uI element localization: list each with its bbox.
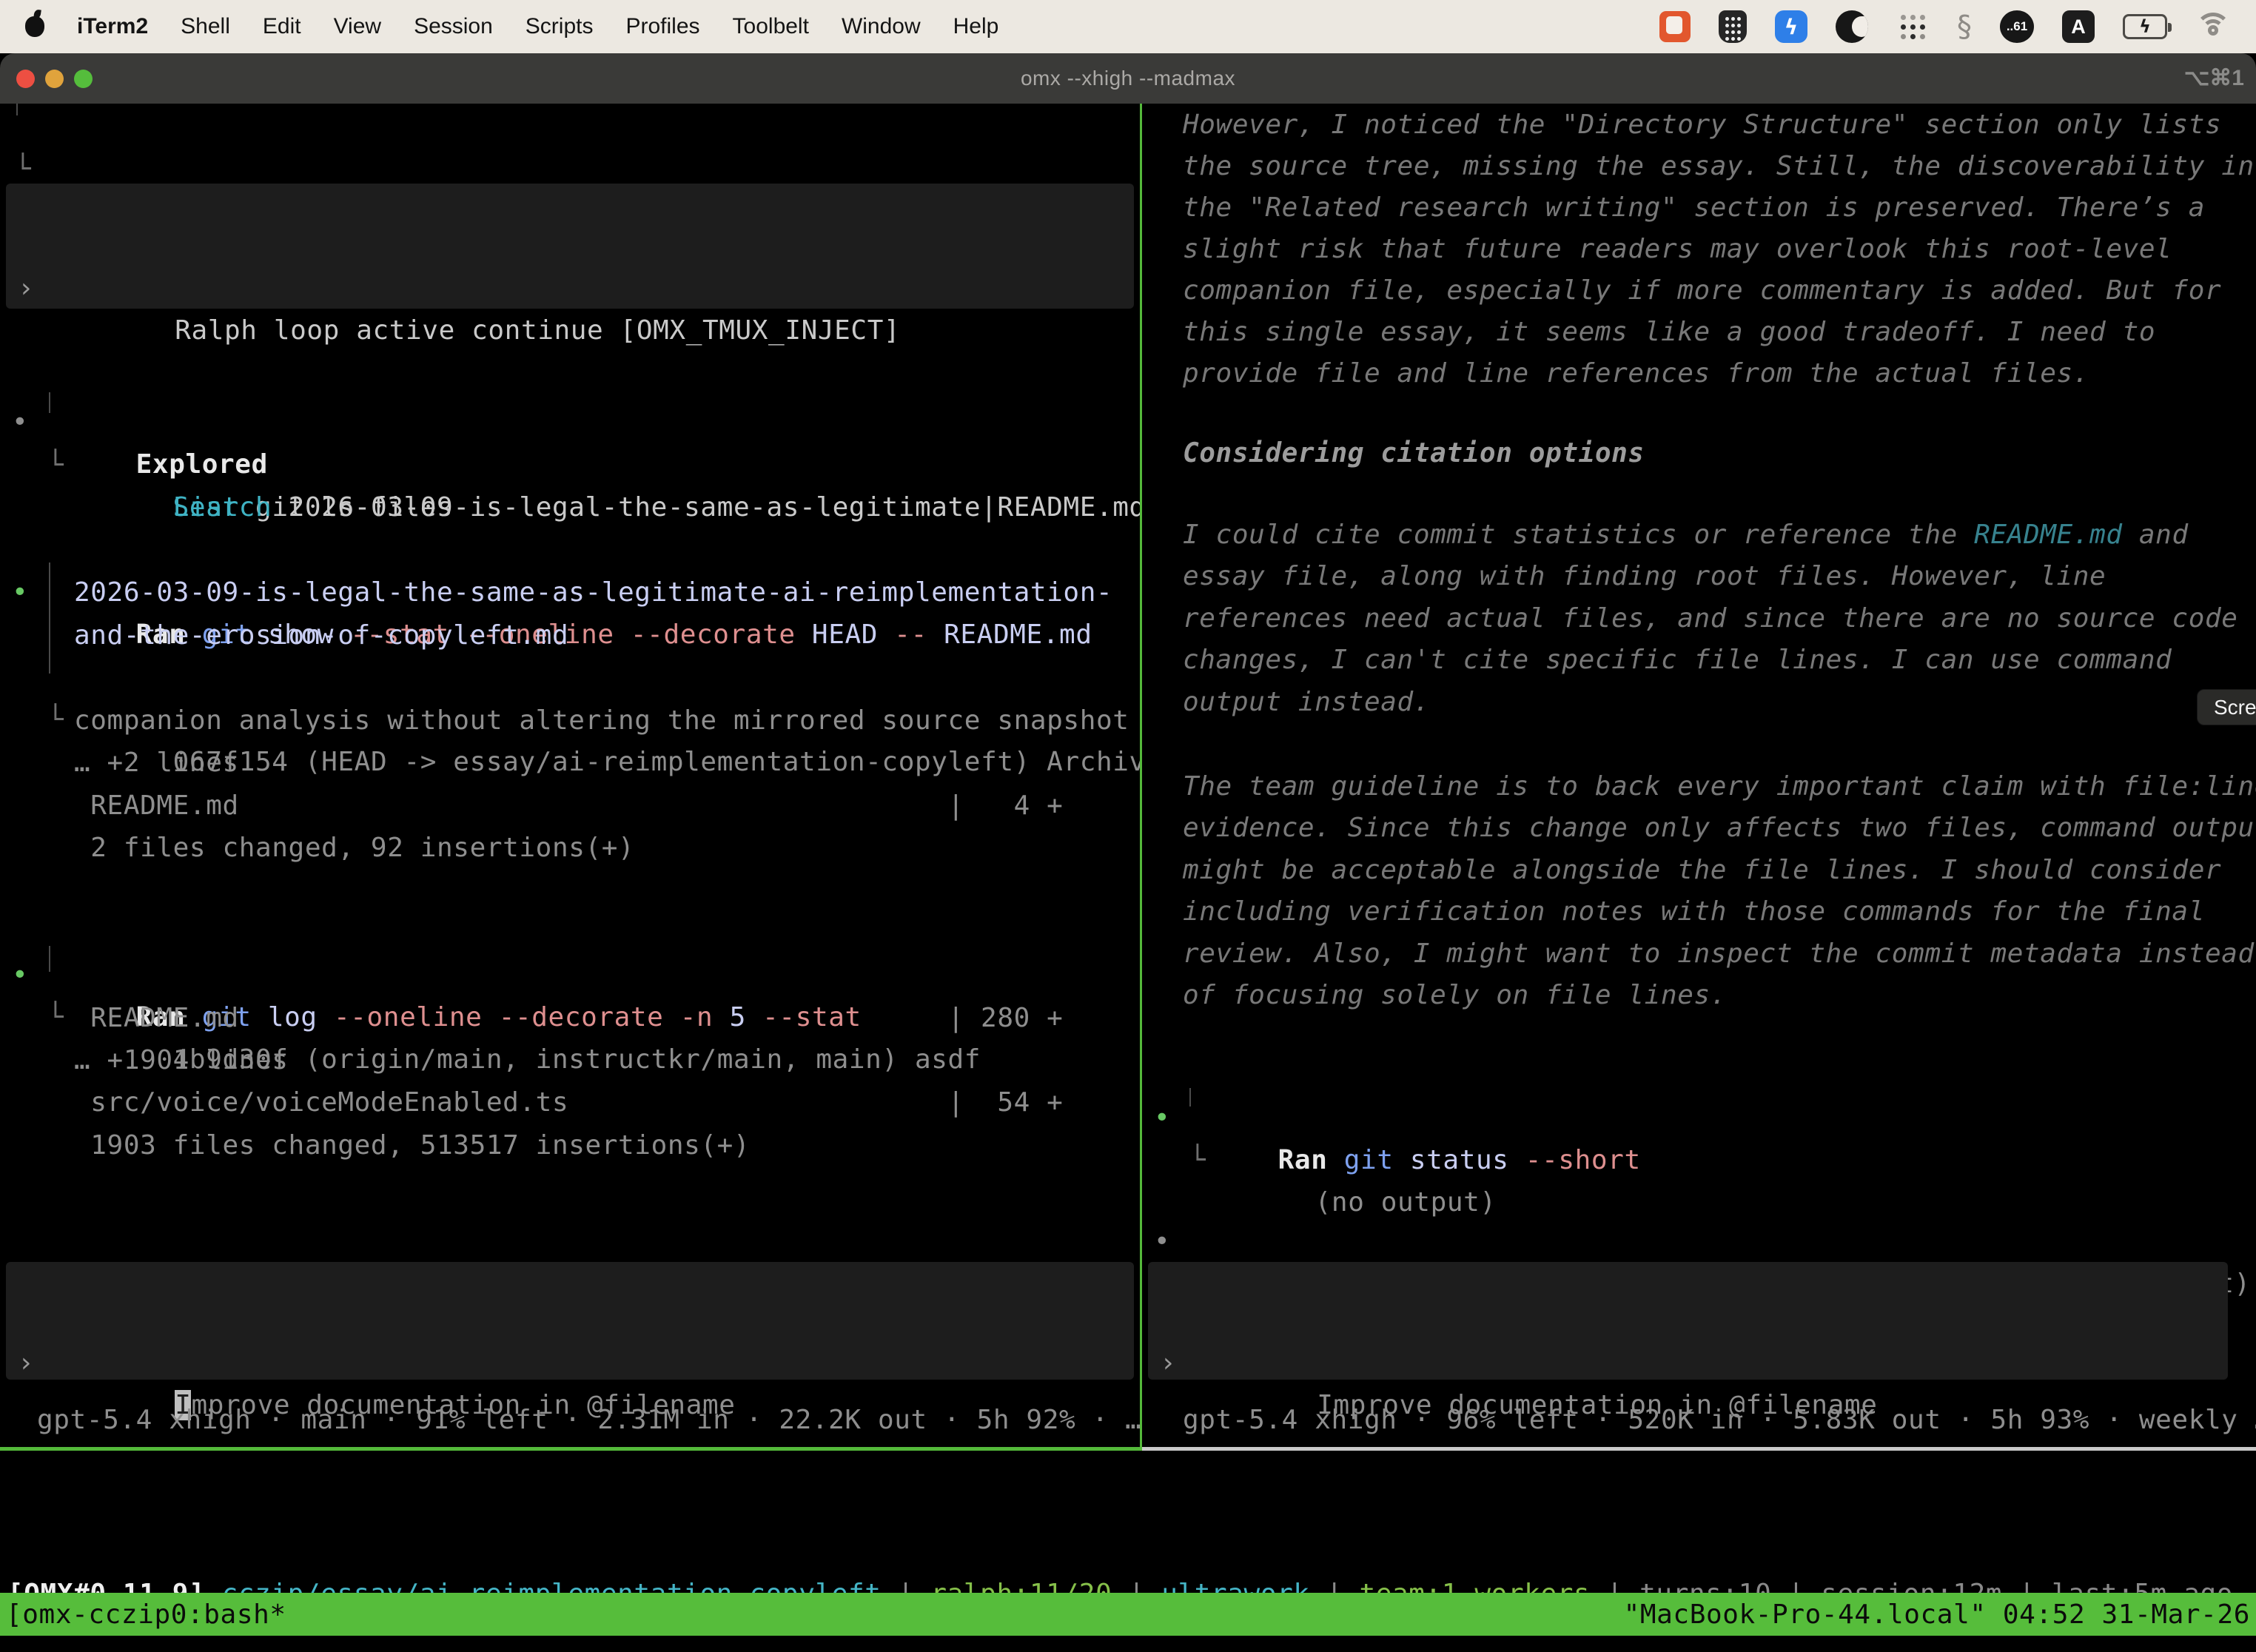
tmux-pane-left[interactable]: └ No agents completed yet › Ralph loop a… [0, 104, 1140, 1449]
menu-item-edit[interactable]: Edit [263, 14, 301, 39]
menu-item-iterm2[interactable]: iTerm2 [77, 14, 148, 39]
menu-item-profiles[interactable]: Profiles [625, 14, 699, 39]
prompt-chevron: › [1160, 1342, 1176, 1384]
tmux-session-window: [omx-cczip0:bash* [6, 1599, 286, 1630]
active-pane-border [0, 1447, 1142, 1451]
menu-item-toolbelt[interactable]: Toolbelt [733, 14, 809, 39]
git-show-output-line: … +2 lines [0, 748, 239, 778]
wifi-icon[interactable] [2195, 13, 2231, 41]
menu-item-scripts[interactable]: Scripts [526, 14, 594, 39]
reasoning-paragraph-line: I could cite commit statistics or refere… [1142, 520, 2189, 550]
menu-item-help[interactable]: Help [953, 14, 999, 39]
tmux-pane-right[interactable]: However, I noticed the "Directory Struct… [1142, 104, 2256, 1449]
reasoning-paragraph-line: this single essay, it seems like a good … [1142, 317, 2155, 347]
explored-search-text: 2026-03-09-is-legal-the-same-as-legitima… [272, 492, 1140, 523]
terminal-content: └ No agents completed yet › Ralph loop a… [0, 104, 2256, 1652]
git-log-summary-line: 1903 files changed, 513517 insertions(+) [0, 1130, 750, 1161]
screen-tooltip: Scre [2197, 689, 2256, 725]
apple-menu-icon[interactable] [25, 16, 44, 37]
reasoning-paragraph-line: references need actual files, and since … [1142, 603, 2238, 634]
window-title: omx --xhigh --madmax [0, 53, 2256, 104]
session-status-right: gpt-5.4 xhigh · 96% left · 520K in · 5.8… [1142, 1405, 2256, 1435]
reasoning-paragraph-line: the source tree, missing the essay. Stil… [1142, 151, 2255, 181]
git-show-output-line: and-the-erosion-of-copyleft.md [0, 620, 568, 651]
reasoning-paragraph-line: companion file, especially if more comme… [1142, 275, 2221, 306]
git-show-output-line: companion analysis without altering the … [0, 705, 1129, 736]
git-log-stat-line: src/voice/voiceModeEnabled.ts | 54 + [0, 1087, 1063, 1118]
git-log-stat-line: README.md | 280 + [0, 1003, 1063, 1033]
pie-crescent-icon[interactable] [1836, 10, 1868, 43]
a-app-icon[interactable]: A [2062, 10, 2095, 43]
battery-icon[interactable]: ϟ [2123, 14, 2167, 39]
window-shortcut-badge: ⌥⌘1 [2184, 53, 2244, 104]
reasoning-paragraph-line: might be acceptable alongside the file l… [1142, 855, 2221, 885]
tmux-status-bar: [omx-cczip0:bash* "MacBook-Pro-44.local"… [0, 1593, 2256, 1636]
inject-banner-text: Ralph loop active continue [OMX_TMUX_INJ… [138, 315, 900, 346]
session-status-left: gpt-5.4 xhigh · main · 91% left · 2.31M … [0, 1405, 1140, 1435]
readme-file-link: README.md [1974, 520, 2122, 550]
menu-bar: iTerm2 Shell Edit View Session Scripts P… [0, 0, 2256, 53]
reasoning-paragraph-line: slight risk that future readers may over… [1142, 234, 2172, 264]
menu-item-view[interactable]: View [334, 14, 381, 39]
git-show-summary-line: 2 files changed, 92 insertions(+) [0, 833, 634, 863]
git-log-output-line: … +1901 lines [0, 1045, 289, 1075]
tmux-host-clock: "MacBook-Pro-44.local" 04:52 31-Mar-26 [1624, 1599, 2250, 1630]
prompt-chevron: › [18, 1342, 34, 1384]
waiting-bullet: • [1154, 1220, 1170, 1263]
reasoning-paragraph-line: review. Also, I might want to inspect th… [1142, 939, 2255, 969]
menu-item-session[interactable]: Session [414, 14, 493, 39]
prompt-input-right[interactable]: › Improve documentation in @filename [1148, 1262, 2228, 1380]
explored-search-label: Search [173, 492, 272, 523]
reasoning-paragraph-line: including verification notes with those … [1142, 896, 2205, 927]
squiggle-icon[interactable]: § [1957, 10, 1972, 43]
menu-item-shell[interactable]: Shell [181, 14, 230, 39]
prompt-chevron: › [18, 267, 34, 309]
reasoning-paragraph-line: changes, I can't cite specific file line… [1142, 645, 2172, 675]
reasoning-paragraph-line: The team guideline is to back every impo… [1142, 771, 2256, 802]
tree-branch: └ [1189, 1139, 1206, 1181]
blue-badge-icon[interactable]: ϟ [1775, 10, 1807, 43]
reasoning-paragraph-line: evidence. Since this change only affects… [1142, 813, 2256, 843]
menu-item-window[interactable]: Window [842, 14, 921, 39]
reasoning-section-heading: Considering citation options [1142, 438, 1645, 469]
screenshot-app-icon[interactable] [1659, 11, 1691, 42]
window-title-bar: omx --xhigh --madmax ⌥⌘1 [0, 53, 2256, 104]
reasoning-paragraph-line: essay file, along with finding root file… [1142, 561, 2106, 591]
git-show-stat-line: README.md | 4 + [0, 790, 1063, 821]
git-show-output-line: 2026-03-09-is-legal-the-same-as-legitima… [0, 577, 1112, 608]
reasoning-paragraph-line: the "Related research writing" section i… [1142, 192, 2205, 223]
dots-grid-icon[interactable] [1896, 10, 1929, 43]
reasoning-paragraph-line: of focusing solely on file lines. [1142, 980, 1727, 1010]
reasoning-paragraph-line: provide file and line references from th… [1142, 358, 2089, 389]
reasoning-paragraph-line: output instead. [1142, 687, 1430, 717]
percent-badge-icon[interactable]: ..61 [2000, 10, 2034, 43]
reasoning-paragraph-line: However, I noticed the "Directory Struct… [1142, 110, 2221, 140]
keypad-shield-icon[interactable] [1719, 10, 1747, 43]
git-status-command: Ran git status --short [1241, 1145, 1641, 1175]
prompt-input-left[interactable]: › Improve documentation in @filename [6, 1262, 1134, 1380]
inject-banner: › Ralph loop active continue [OMX_TMUX_I… [6, 184, 1134, 309]
